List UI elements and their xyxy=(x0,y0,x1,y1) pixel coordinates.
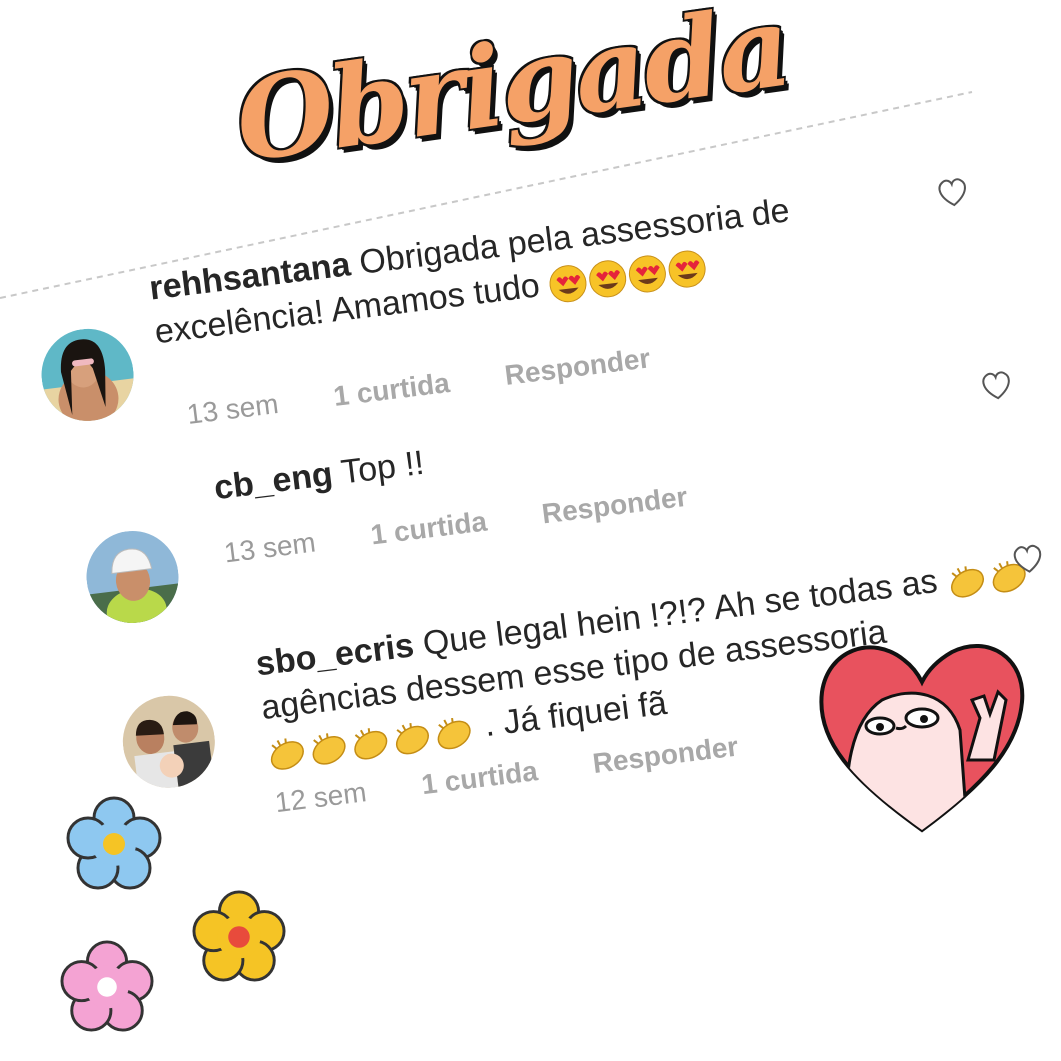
avatar[interactable] xyxy=(117,690,221,794)
likes-count[interactable]: 1 curtida xyxy=(332,367,452,412)
reply-button[interactable]: Responder xyxy=(503,342,652,391)
comment-time: 13 sem xyxy=(185,388,281,430)
likes-count[interactable]: 1 curtida xyxy=(420,755,540,800)
heart-character-sticker xyxy=(819,644,1025,833)
comment-text: Top !! xyxy=(338,443,427,492)
like-heart-icon[interactable] xyxy=(934,175,971,209)
yellow-flower-sticker xyxy=(192,890,286,982)
comment-username[interactable]: cb_eng xyxy=(212,455,335,507)
reply-button[interactable]: Responder xyxy=(540,481,689,530)
comment-time: 12 sem xyxy=(273,776,369,819)
pink-flower-sticker xyxy=(60,940,154,1032)
comment-time: 13 sem xyxy=(222,526,318,569)
comment-body: rehhsantana Obrigada pela assessoria de … xyxy=(147,182,853,355)
reply-button[interactable]: Responder xyxy=(591,731,740,780)
avatar[interactable] xyxy=(81,525,184,629)
like-heart-icon[interactable] xyxy=(1009,542,1046,576)
likes-count[interactable]: 1 curtida xyxy=(369,506,489,551)
like-heart-icon[interactable] xyxy=(978,368,1015,402)
blue-flower-sticker xyxy=(66,796,162,890)
avatar[interactable] xyxy=(36,323,139,427)
